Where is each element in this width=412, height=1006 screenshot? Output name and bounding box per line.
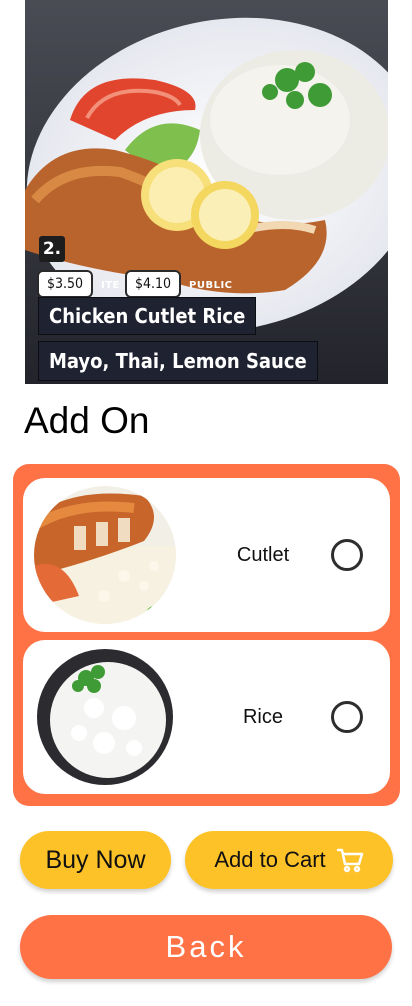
addon-item-label: Cutlet <box>236 544 290 566</box>
dish-name: Chicken Cutlet Rice <box>39 298 256 334</box>
addon-item-label: Rice <box>242 706 283 728</box>
dish-image: 2. $3.50 ITE $4.10 PUBLIC Chicken Cutlet… <box>25 0 388 384</box>
price-caption-public: PUBLIC <box>189 280 233 291</box>
buy-now-label: Buy Now <box>45 845 146 874</box>
addon-item-rice[interactable]: Rice <box>23 640 390 794</box>
back-button[interactable]: Back <box>20 915 392 979</box>
dish-sauces: Mayo, Thai, Lemon Sauce <box>39 342 317 380</box>
addon-panel: Cutlet Rice <box>13 464 400 806</box>
price-caption-ite: ITE <box>101 280 120 291</box>
add-to-cart-label: Add to Cart <box>214 847 326 872</box>
cutlet-radio[interactable] <box>331 539 363 571</box>
price-tag-public: $4.10 <box>125 270 182 298</box>
cutlet-image <box>34 486 176 624</box>
buy-now-button[interactable]: Buy Now <box>20 831 171 889</box>
addon-title: Add On <box>24 400 150 441</box>
price-tag-ite: $3.50 <box>37 270 94 298</box>
rice-image <box>34 648 176 786</box>
addon-item-cutlet[interactable]: Cutlet <box>23 478 390 632</box>
add-to-cart-button[interactable]: Add to Cart <box>185 831 393 889</box>
menu-number-badge: 2. <box>39 236 65 262</box>
cart-icon <box>336 848 363 873</box>
rice-radio[interactable] <box>331 701 363 733</box>
